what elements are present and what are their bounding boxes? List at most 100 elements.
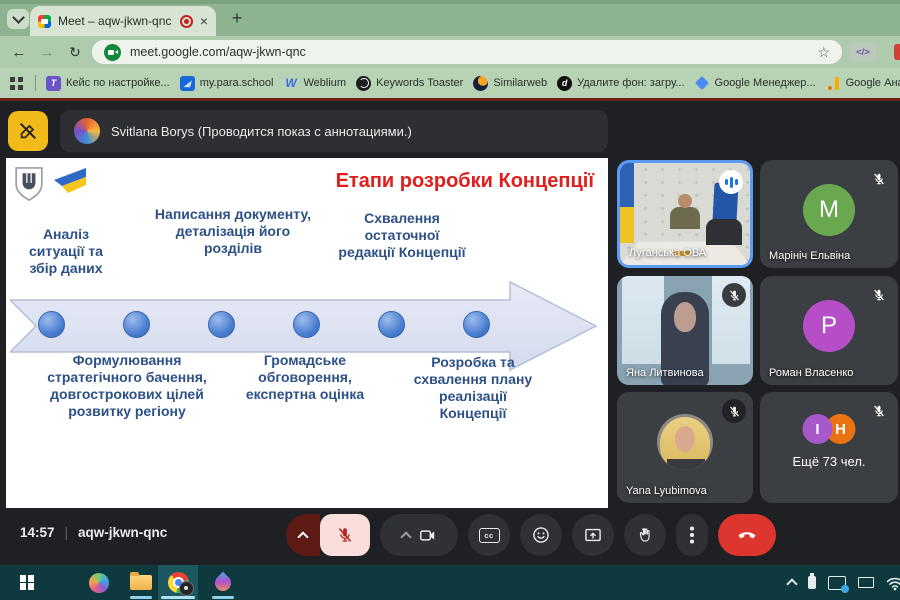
tab-search-button[interactable] xyxy=(7,9,29,29)
browser-tab[interactable]: Meet – aqw-jkwn-qnc xyxy=(30,6,216,36)
slide-title: Етапи розробки Концепції xyxy=(336,170,594,193)
system-tray xyxy=(788,565,900,600)
participant-initials-group: I H xyxy=(803,414,856,444)
present-icon xyxy=(583,525,603,545)
presenter-banner-text: Svitlana Borys (Проводится показ с аннот… xyxy=(111,124,412,139)
end-call-button[interactable] xyxy=(718,514,776,556)
process-step-dot xyxy=(123,311,150,338)
wifi-icon[interactable] xyxy=(886,575,900,591)
bookmark-item[interactable]: Удалите фон: загру... xyxy=(557,76,684,91)
audio-level-icon xyxy=(719,170,743,194)
slide-stage-label: Схвалення остаточної редакції Концепції xyxy=(336,210,468,261)
chevron-up-icon xyxy=(400,531,411,542)
participant-tile-litvinova[interactable]: Яна Литвинова xyxy=(617,276,753,385)
screen-cast-icon[interactable] xyxy=(828,576,846,590)
participant-tile-luhanska-ova[interactable]: Луганська ОВА xyxy=(617,160,753,268)
bookmark-item[interactable]: Кейс по настройке... xyxy=(46,76,170,91)
meeting-code: aqw-jkwn-qnc xyxy=(78,525,167,540)
browser-tab-strip: Meet – aqw-jkwn-qnc xyxy=(0,0,900,36)
apps-grid-icon[interactable] xyxy=(10,77,23,90)
participant-tile-vlasenko[interactable]: P Роман Власенко xyxy=(760,276,898,385)
process-step-dot xyxy=(378,311,405,338)
tray-chevron-up-icon[interactable] xyxy=(786,578,797,589)
start-button[interactable] xyxy=(14,565,40,600)
mic-off-icon xyxy=(867,399,891,423)
present-screen-button[interactable] xyxy=(572,514,614,556)
taskbar-copilot-button[interactable] xyxy=(84,565,114,600)
participant-tile-lyubimova[interactable]: Yana Lyubimova xyxy=(617,392,753,503)
new-tab-button[interactable] xyxy=(226,7,248,29)
device-icon[interactable] xyxy=(858,577,874,588)
avatar: I xyxy=(803,414,833,444)
slide-stage-label: Написання документу, деталізація його ро… xyxy=(152,206,314,257)
participant-name: Яна Литвинова xyxy=(626,367,704,379)
taskbar-paint-button[interactable] xyxy=(206,565,240,600)
divider: | xyxy=(65,525,69,540)
forward-button[interactable] xyxy=(34,36,60,68)
bookmark-label: Google Менеджер... xyxy=(715,77,816,89)
running-app-indicator xyxy=(212,596,234,599)
windows-taskbar xyxy=(0,565,900,600)
reload-button[interactable] xyxy=(62,36,88,68)
vertical-dots-icon xyxy=(690,533,694,537)
bookmark-item[interactable]: my.para.school xyxy=(180,76,274,91)
bookmark-item[interactable]: Keywords Toaster xyxy=(356,76,463,91)
bookmark-label: my.para.school xyxy=(200,77,274,89)
usb-device-icon[interactable] xyxy=(808,576,816,589)
bookmark-label: Google Аналитика xyxy=(846,77,900,89)
bookmark-star-icon[interactable] xyxy=(817,44,830,61)
chevron-down-icon xyxy=(12,11,25,24)
camera-control-group[interactable] xyxy=(380,514,458,556)
slide-stage-label: Розробка та схвалення плану реалізації К… xyxy=(407,354,539,422)
bookmark-favicon xyxy=(826,76,841,91)
back-button[interactable] xyxy=(6,36,32,68)
bookmark-item[interactable]: Google Менеджер... xyxy=(695,76,816,91)
address-bar[interactable]: meet.google.com/aqw-jkwn-qnc xyxy=(92,40,842,64)
process-step-dot xyxy=(38,311,65,338)
bookmark-favicon xyxy=(46,76,61,91)
paint-drop-icon xyxy=(212,571,235,594)
captions-icon xyxy=(479,528,500,543)
mic-off-icon xyxy=(867,283,891,307)
url-text[interactable]: meet.google.com/aqw-jkwn-qnc xyxy=(130,45,808,59)
participant-name: Луганська ОВА xyxy=(629,247,706,259)
clock-time: 14:57 xyxy=(20,525,55,540)
extension-code-icon[interactable] xyxy=(850,43,876,61)
bookmark-label: Weblium xyxy=(303,77,346,89)
mic-options-button[interactable] xyxy=(286,514,320,556)
mic-off-icon xyxy=(867,167,891,191)
bookmark-favicon xyxy=(356,76,371,91)
captions-button[interactable] xyxy=(468,514,510,556)
tab-close-icon[interactable] xyxy=(200,14,208,28)
meet-favicon-icon xyxy=(38,15,51,28)
reactions-button[interactable] xyxy=(520,514,562,556)
participant-name: Yana Lyubimova xyxy=(626,485,707,497)
smiley-icon xyxy=(531,525,551,545)
more-options-button[interactable] xyxy=(676,514,708,556)
bookmark-item[interactable]: Similarweb xyxy=(473,76,547,91)
mic-control-group xyxy=(286,514,370,556)
taskbar-chrome-button[interactable] xyxy=(158,565,198,600)
avatar: M xyxy=(803,184,855,236)
avatar-photo xyxy=(657,414,713,470)
call-controls xyxy=(286,513,776,557)
mic-off-icon xyxy=(722,283,746,307)
clipped-extension-icon[interactable] xyxy=(894,44,900,60)
taskbar-explorer-button[interactable] xyxy=(124,565,158,600)
copilot-icon xyxy=(89,573,109,593)
bookmark-item[interactable]: Google Аналитика xyxy=(826,76,900,91)
bookmark-item[interactable]: Weblium xyxy=(283,76,346,91)
participant-tile-marinich[interactable]: M Марініч Ельвіна xyxy=(760,160,898,268)
mic-off-icon xyxy=(722,399,746,423)
annotations-toggle-button[interactable] xyxy=(8,111,48,151)
participant-name: Роман Власенко xyxy=(769,367,853,379)
process-step-dot xyxy=(208,311,235,338)
chevron-up-icon xyxy=(297,531,308,542)
mic-mute-button[interactable] xyxy=(320,514,370,556)
avatar-torso xyxy=(667,459,705,470)
avatar: P xyxy=(803,300,855,352)
overflow-participants-tile[interactable]: I H Ещё 73 чел. xyxy=(760,392,898,503)
raise-hand-button[interactable] xyxy=(624,514,666,556)
bookmark-favicon xyxy=(695,76,710,91)
presenter-banner: Svitlana Borys (Проводится показ с аннот… xyxy=(60,110,608,152)
